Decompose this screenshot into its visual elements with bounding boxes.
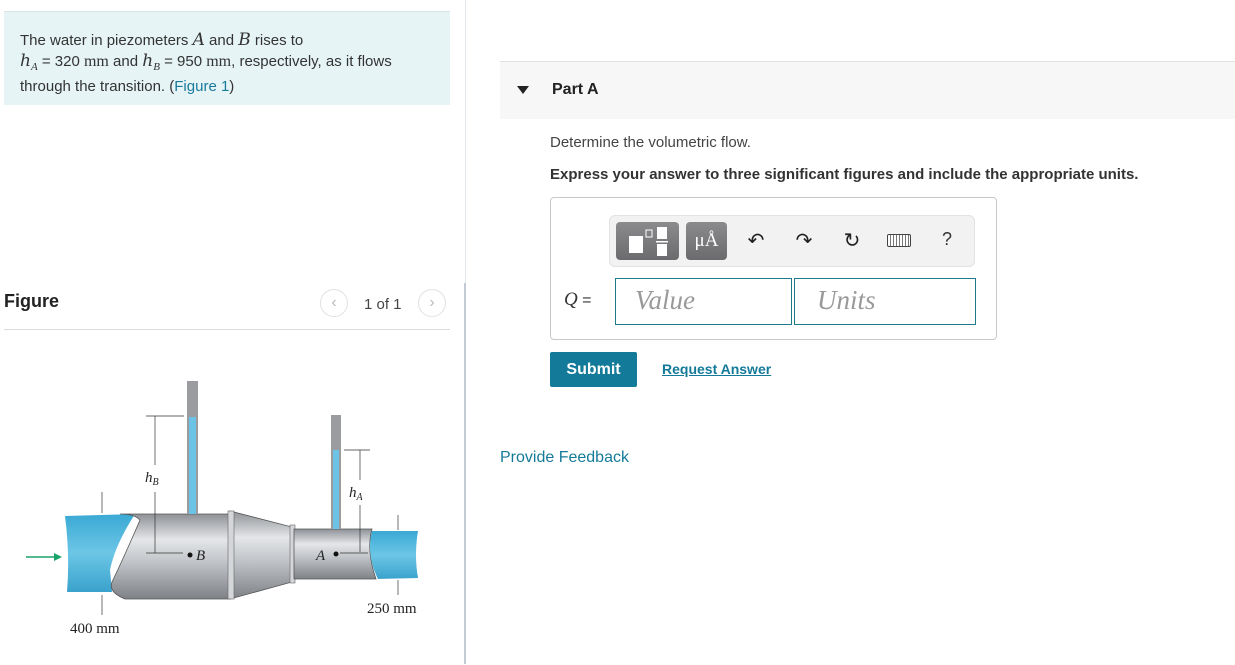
chevron-left-icon: ‹ bbox=[331, 294, 337, 311]
figure-diagram: hB B hA A 400 mm 250 mm bbox=[0, 370, 460, 660]
provide-feedback-link[interactable]: Provide Feedback bbox=[500, 449, 629, 467]
undo-icon[interactable]: ↶ bbox=[744, 228, 768, 253]
math-toolbar: μÅ ↶ ↷ ↻ ? bbox=[609, 215, 975, 267]
caret-down-icon bbox=[517, 86, 529, 94]
answer-variable: Q bbox=[564, 289, 578, 310]
question-text: Determine the volumetric flow. bbox=[550, 134, 751, 151]
units-input[interactable]: Units bbox=[794, 278, 976, 325]
pipe-transition-diagram: hB B hA A 400 mm 250 mm bbox=[26, 381, 418, 637]
large-pipe bbox=[110, 513, 231, 600]
equals-sign: = bbox=[577, 292, 592, 309]
ha-unit: mm bbox=[83, 53, 109, 70]
flow-arrowhead bbox=[54, 553, 62, 561]
reducer-cone bbox=[229, 510, 293, 600]
submit-button[interactable]: Submit bbox=[550, 352, 637, 387]
figure-title: Figure bbox=[4, 291, 60, 311]
hb-value: = 950 bbox=[159, 53, 207, 70]
chevron-right-icon: › bbox=[429, 294, 435, 311]
intro-text: ) bbox=[229, 78, 235, 95]
label-hb: hB bbox=[145, 470, 159, 488]
var-a: A bbox=[192, 30, 205, 50]
label-point-b: B bbox=[196, 548, 205, 564]
flange bbox=[227, 510, 235, 600]
intro-text: and bbox=[108, 53, 143, 70]
help-button[interactable]: ? bbox=[935, 229, 959, 250]
point-b-marker bbox=[187, 552, 193, 558]
point-a-marker bbox=[333, 551, 339, 557]
figure-header: Figure ‹ 1 of 1 › bbox=[4, 288, 450, 330]
templates-icon bbox=[629, 227, 668, 256]
hb-subscript: B bbox=[153, 61, 160, 73]
ha-symbol: h bbox=[20, 51, 31, 71]
intro-text: The water in piezometers bbox=[20, 32, 193, 49]
ha-value: = 320 bbox=[37, 53, 84, 70]
piezometer-a-water bbox=[333, 450, 339, 529]
pager-count: 1 of 1 bbox=[364, 296, 402, 313]
keyboard-icon[interactable] bbox=[887, 234, 911, 247]
request-answer-link[interactable]: Request Answer bbox=[662, 361, 771, 377]
redo-icon[interactable]: ↷ bbox=[792, 228, 816, 253]
value-input[interactable]: Value bbox=[615, 278, 792, 325]
label-outlet-diameter: 250 mm bbox=[367, 601, 417, 617]
hb-symbol: h bbox=[142, 51, 154, 71]
panel-divider[interactable] bbox=[464, 283, 466, 664]
piezometer-b-water bbox=[189, 417, 196, 514]
outlet-water bbox=[370, 531, 418, 579]
intro-text: and bbox=[204, 32, 239, 49]
next-figure-button[interactable]: › bbox=[418, 289, 446, 317]
templates-button[interactable] bbox=[616, 222, 679, 260]
answer-box: μÅ ↶ ↷ ↻ ? Q = Value Units bbox=[550, 197, 997, 340]
problem-statement: The water in piezometers A and B rises t… bbox=[4, 11, 450, 105]
answer-label: Q = bbox=[564, 289, 592, 311]
instructions-text: Express your answer to three significant… bbox=[550, 166, 1139, 183]
reset-icon[interactable]: ↻ bbox=[840, 228, 864, 253]
panel-divider bbox=[465, 0, 466, 283]
label-inlet-diameter: 400 mm bbox=[70, 621, 120, 637]
left-panel: The water in piezometers A and B rises t… bbox=[0, 0, 465, 664]
label-point-a: A bbox=[315, 548, 326, 564]
var-b: B bbox=[238, 30, 251, 50]
part-a-title: Part A bbox=[552, 81, 599, 98]
intro-text: rises to bbox=[250, 32, 304, 49]
previous-figure-button[interactable]: ‹ bbox=[320, 289, 348, 317]
ha-subscript: A bbox=[30, 61, 38, 73]
part-a-header[interactable]: Part A bbox=[500, 61, 1235, 119]
figure-link[interactable]: Figure 1 bbox=[174, 78, 229, 95]
hb-unit: mm bbox=[206, 53, 232, 70]
units-button[interactable]: μÅ bbox=[686, 222, 727, 260]
label-ha: hA bbox=[349, 485, 364, 503]
